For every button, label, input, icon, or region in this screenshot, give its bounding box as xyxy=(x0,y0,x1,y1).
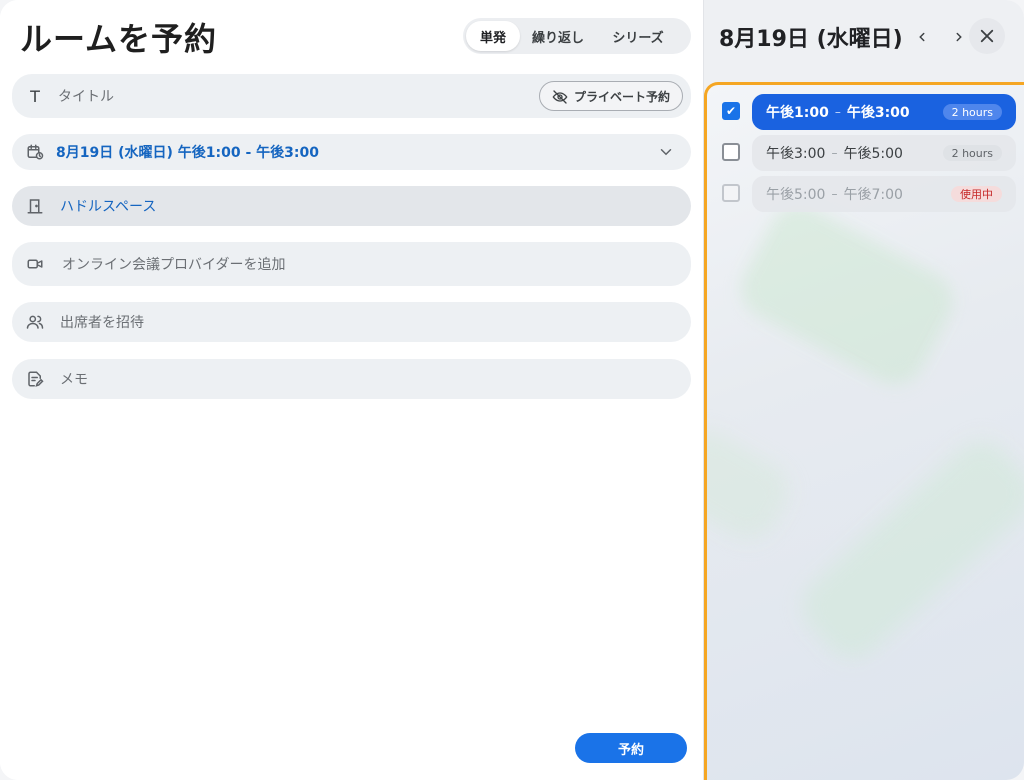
slot-end-time: 午後3:00 xyxy=(846,105,910,121)
online-meeting-input[interactable]: オンライン会議プロバイダーを追加 xyxy=(62,254,285,274)
slot-start-time: 午後5:00 xyxy=(766,187,826,203)
time-slot-pill: 午後5:00 – 午後7:00 使用中 xyxy=(752,176,1016,212)
close-button[interactable] xyxy=(969,18,1005,54)
text-t-icon: T xyxy=(30,86,40,106)
time-slot-list: ✔ 午後1:00 – 午後3:00 2 hours 午後3:00 – 午後5:0… xyxy=(704,82,1024,780)
previous-day-button[interactable] xyxy=(912,26,932,48)
close-icon xyxy=(980,29,994,43)
page-title: ルームを予約 xyxy=(20,20,218,58)
date-time-field[interactable]: 8月19日 (水曜日) 午後1:00 - 午後3:00 xyxy=(12,134,691,170)
title-field[interactable]: T タイトル プライベート予約 xyxy=(12,74,691,118)
room-booking-dialog: ルームを予約 単発 繰り返し シリーズ T タイトル プライベート予約 8月19… xyxy=(0,0,1024,780)
segment-single[interactable]: 単発 xyxy=(466,21,520,51)
title-input[interactable]: タイトル xyxy=(58,86,114,106)
slot-end-time: 午後5:00 xyxy=(843,146,903,162)
segment-recurring[interactable]: 繰り返し xyxy=(520,21,596,51)
chevron-left-icon xyxy=(919,32,925,42)
attendees-field[interactable]: 出席者を招待 xyxy=(12,302,691,342)
recurrence-segmented-control: 単発 繰り返し シリーズ xyxy=(463,18,691,54)
in-use-badge: 使用中 xyxy=(951,186,1002,202)
private-booking-label: プライベート予約 xyxy=(573,89,670,104)
time-slot-row: ✔ 午後1:00 – 午後3:00 2 hours xyxy=(707,94,1024,130)
time-slot-pill[interactable]: 午後3:00 – 午後5:00 2 hours xyxy=(752,135,1016,171)
slot-separator: – xyxy=(831,187,838,201)
memo-input[interactable]: メモ xyxy=(60,369,88,389)
selected-date-title: 8月19日 (水曜日) xyxy=(719,27,903,52)
time-slot-row: 午後5:00 – 午後7:00 使用中 xyxy=(707,176,1024,212)
slot-separator: – xyxy=(831,146,838,160)
segment-series[interactable]: シリーズ xyxy=(596,21,680,51)
time-slot-pane: 8月19日 (水曜日) ✔ 午後1:00 – 午後3:00 2 hours 午後… xyxy=(703,0,1024,780)
eye-off-icon xyxy=(552,90,568,104)
background-map-shape xyxy=(730,195,964,395)
slot-checkbox[interactable]: ✔ xyxy=(722,102,740,120)
background-map-shape xyxy=(707,420,799,550)
note-edit-icon xyxy=(28,371,44,387)
slot-end-time: 午後7:00 xyxy=(843,187,903,203)
slot-start-time: 午後1:00 xyxy=(766,105,829,121)
background-map-shape xyxy=(790,429,1024,671)
date-time-value: 8月19日 (水曜日) 午後1:00 - 午後3:00 xyxy=(56,145,319,161)
online-meeting-field[interactable]: オンライン会議プロバイダーを追加 xyxy=(12,242,691,286)
calendar-clock-icon xyxy=(27,144,44,160)
checkmark-icon: ✔ xyxy=(725,104,737,118)
attendees-input[interactable]: 出席者を招待 xyxy=(60,312,144,332)
door-icon xyxy=(27,199,43,214)
next-day-button[interactable] xyxy=(949,26,969,48)
private-booking-button[interactable]: プライベート予約 xyxy=(538,81,683,111)
video-icon xyxy=(27,259,43,269)
duration-badge: 2 hours xyxy=(942,104,1002,120)
chevron-down-icon[interactable] xyxy=(657,143,675,161)
duration-badge: 2 hours xyxy=(942,145,1002,161)
memo-field[interactable]: メモ xyxy=(12,359,691,399)
slot-checkbox xyxy=(722,184,740,202)
booking-form-pane: ルームを予約 単発 繰り返し シリーズ T タイトル プライベート予約 8月19… xyxy=(0,0,703,780)
room-field[interactable]: ハドルスペース xyxy=(12,186,691,226)
time-slot-pill[interactable]: 午後1:00 – 午後3:00 2 hours xyxy=(752,94,1016,130)
people-icon xyxy=(26,315,44,329)
chevron-right-icon xyxy=(956,32,962,42)
slot-checkbox[interactable] xyxy=(722,143,740,161)
book-button[interactable]: 予約 xyxy=(575,733,687,763)
slot-start-time: 午後3:00 xyxy=(766,146,826,162)
slot-separator: – xyxy=(834,105,841,119)
room-value: ハドルスペース xyxy=(60,199,157,215)
time-slot-row: 午後3:00 – 午後5:00 2 hours xyxy=(707,135,1024,171)
